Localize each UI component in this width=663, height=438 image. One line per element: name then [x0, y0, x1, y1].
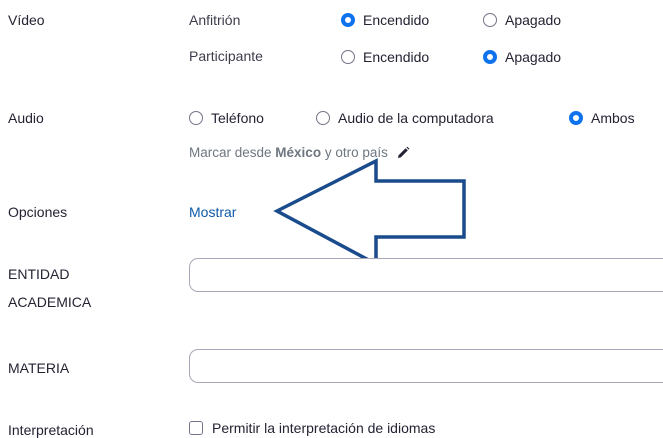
audio-phone-radio[interactable]: Teléfono [189, 110, 264, 126]
interpretation-checkbox-label: Permitir la interpretación de idiomas [212, 420, 436, 436]
entidad-label-line2: ACADEMICA [8, 294, 92, 310]
entidad-label-line1: ENTIDAD [8, 266, 70, 282]
left-arrow-annotation [273, 158, 466, 267]
audio-both-radio[interactable]: Ambos [569, 110, 635, 126]
video-participant-off-radio[interactable]: Apagado [483, 49, 561, 65]
radio-unselected-icon [316, 111, 330, 125]
radio-unselected-icon [341, 50, 355, 64]
materia-input[interactable] [189, 349, 663, 383]
radio-label: Apagado [505, 12, 562, 28]
interpretation-label: Interpretación [8, 422, 94, 438]
radio-label: Audio de la computadora [338, 110, 494, 126]
video-participant-label: Participante [189, 48, 263, 64]
video-host-on-radio[interactable]: Encendido [341, 12, 429, 28]
audio-label: Audio [8, 110, 44, 126]
entidad-academica-input[interactable] [189, 258, 663, 292]
video-participant-on-radio[interactable]: Encendido [341, 49, 429, 65]
radio-unselected-icon [483, 13, 497, 27]
radio-label: Encendido [363, 12, 430, 28]
radio-unselected-icon [189, 111, 203, 125]
radio-label: Apagado [505, 49, 562, 65]
video-host-off-radio[interactable]: Apagado [483, 12, 561, 28]
radio-label: Ambos [591, 110, 635, 126]
video-host-label: Anfitrión [189, 12, 241, 28]
audio-computer-radio[interactable]: Audio de la computadora [316, 110, 494, 126]
radio-selected-icon [483, 50, 497, 64]
radio-selected-icon [569, 111, 583, 125]
options-label: Opciones [8, 204, 68, 220]
video-label: Vídeo [8, 12, 45, 28]
radio-label: Encendido [363, 49, 430, 65]
checkbox-icon [189, 421, 203, 435]
materia-label: MATERIA [8, 360, 70, 376]
radio-label: Teléfono [211, 110, 264, 126]
dial-in-prefix: Marcar desde [189, 145, 276, 160]
interpretation-checkbox[interactable]: Permitir la interpretación de idiomas [189, 420, 435, 436]
show-options-link[interactable]: Mostrar [189, 204, 236, 220]
radio-selected-icon [341, 13, 355, 27]
